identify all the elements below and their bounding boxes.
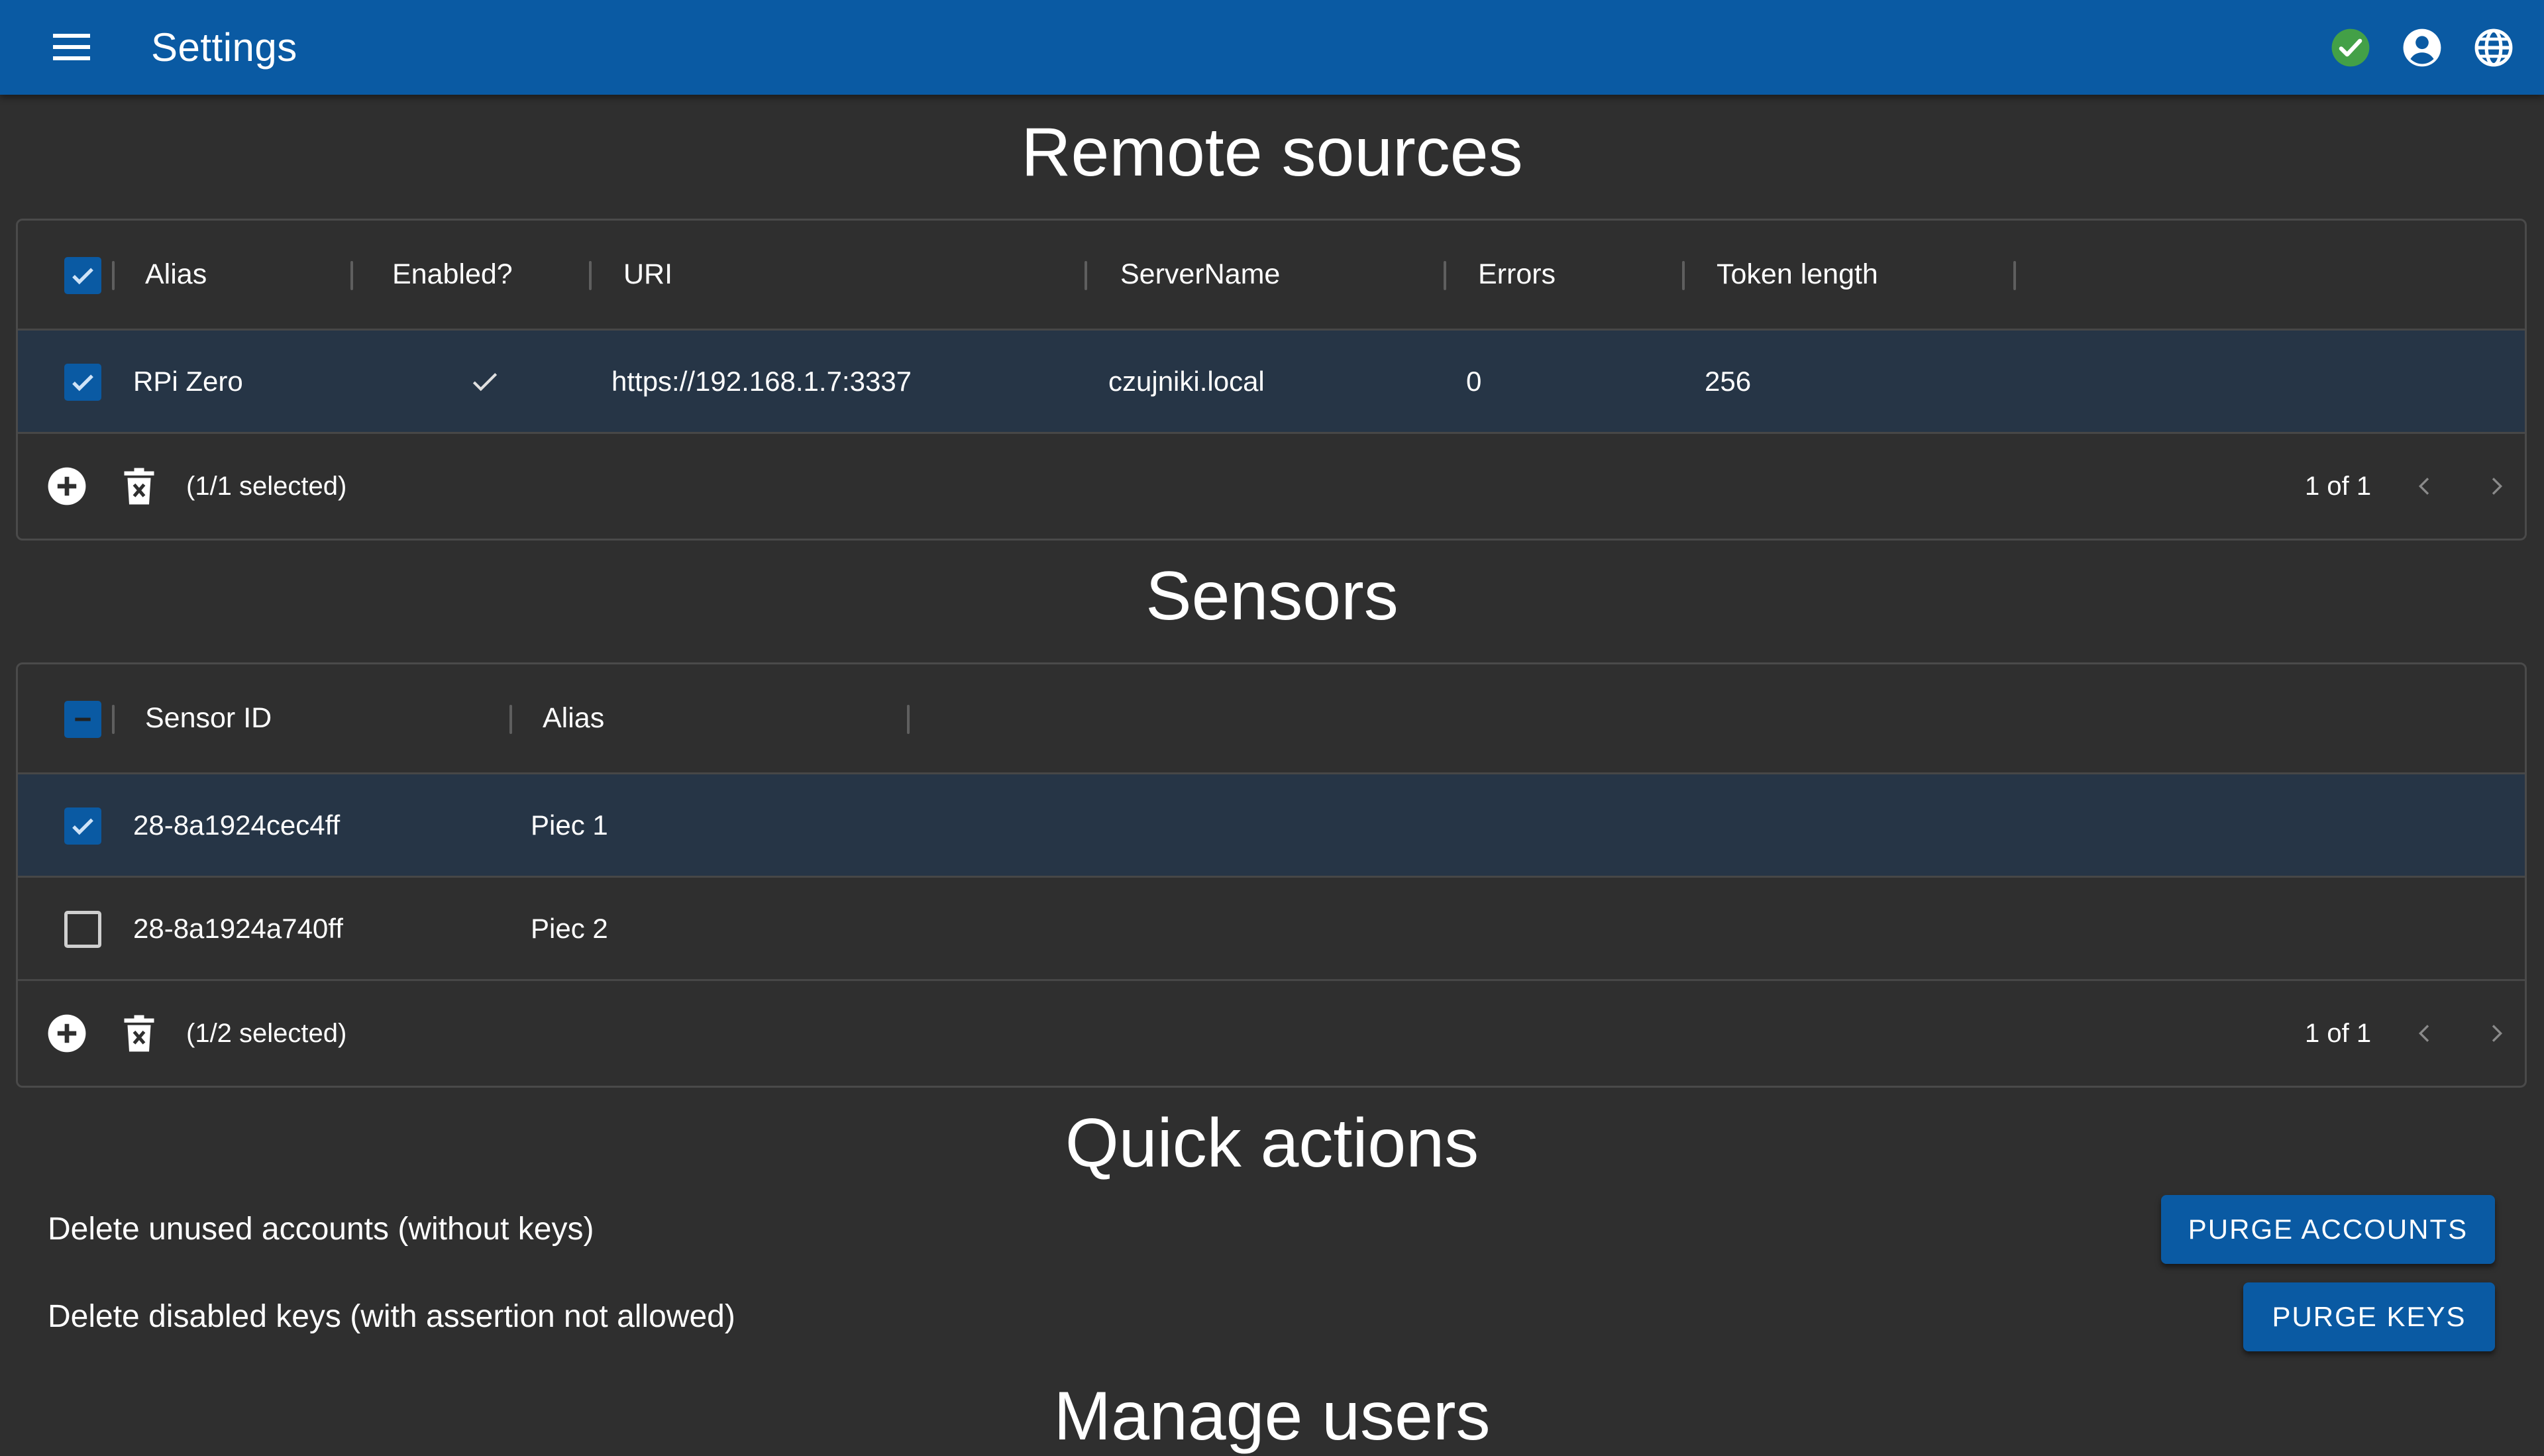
column-header-token-length[interactable]: Token length [1717, 221, 1878, 329]
minus-icon [75, 717, 91, 721]
column-header-sensor-id[interactable]: Sensor ID [145, 664, 272, 772]
grid-footer: (1/1 selected) 1 of 1 [18, 434, 2525, 539]
table-row[interactable]: 28-8a1924cec4ff Piec 1 [18, 774, 2525, 878]
column-separator [112, 705, 115, 734]
trash-icon [124, 1015, 154, 1052]
column-separator [1682, 261, 1685, 290]
cell-token-length: 256 [1705, 365, 1752, 397]
purge-keys-button[interactable]: PURGE KEYS [2243, 1282, 2495, 1351]
add-circle-icon [48, 1014, 86, 1053]
column-separator [350, 261, 353, 290]
column-separator [589, 261, 592, 290]
check-icon [472, 372, 498, 391]
grid-header: Alias Enabled? URI ServerName Errors Tok… [18, 221, 2525, 331]
column-header-errors[interactable]: Errors [1478, 221, 1556, 329]
check-circle-icon [2331, 28, 2370, 66]
menu-icon [53, 34, 90, 60]
column-separator [112, 261, 115, 290]
grid-footer: (1/2 selected) 1 of 1 [18, 981, 2525, 1086]
manage-users-title: Manage users [1053, 1378, 1491, 1455]
column-header-alias[interactable]: Alias [145, 221, 207, 329]
quick-actions-title: Quick actions [1065, 1105, 1479, 1182]
language-button[interactable] [2458, 0, 2529, 95]
delete-button[interactable] [116, 463, 162, 509]
chevron-left-icon [2418, 1025, 2429, 1042]
app-bar: Settings [0, 0, 2544, 95]
account-circle-icon [2403, 28, 2441, 66]
add-button[interactable] [44, 463, 90, 509]
column-header-uri[interactable]: URI [623, 221, 672, 329]
row-checkbox[interactable] [64, 364, 101, 401]
table-row[interactable]: 28-8a1924a740ff Piec 2 [18, 878, 2525, 981]
select-all-checkbox[interactable] [64, 257, 101, 294]
add-circle-icon [48, 467, 86, 505]
check-icon [72, 818, 93, 835]
cell-errors: 0 [1466, 365, 1482, 397]
check-icon [72, 268, 93, 285]
cell-alias: RPi Zero [133, 365, 243, 397]
remote-sources-grid: Alias Enabled? URI ServerName Errors Tok… [16, 219, 2527, 541]
column-separator [2013, 261, 2016, 290]
column-header-alias[interactable]: Alias [543, 664, 604, 772]
add-button[interactable] [44, 1010, 90, 1057]
check-icon [72, 374, 93, 391]
previous-page-button[interactable] [2402, 463, 2448, 509]
purge-accounts-description: Delete unused accounts (without keys) [48, 1212, 594, 1247]
chevron-left-icon [2418, 478, 2429, 495]
select-all-checkbox[interactable] [64, 701, 101, 738]
pagination-label: 1 of 1 [2305, 471, 2372, 501]
cell-enabled [468, 331, 502, 432]
status-button[interactable] [2315, 0, 2386, 95]
cell-sensor-id: 28-8a1924a740ff [133, 912, 343, 944]
purge-keys-description: Delete disabled keys (with assertion not… [48, 1299, 735, 1334]
cell-alias: Piec 2 [531, 912, 608, 944]
column-separator [907, 705, 910, 734]
row-checkbox[interactable] [64, 911, 101, 948]
table-row[interactable]: RPi Zero https://192.168.1.7:3337 czujni… [18, 331, 2525, 434]
column-separator [1444, 261, 1446, 290]
delete-button[interactable] [116, 1010, 162, 1057]
account-button[interactable] [2386, 0, 2458, 95]
menu-button[interactable] [46, 24, 97, 70]
chevron-right-icon [2492, 1025, 2503, 1042]
next-page-button[interactable] [2473, 463, 2519, 509]
previous-page-button[interactable] [2402, 1010, 2448, 1057]
chevron-right-icon [2492, 478, 2503, 495]
grid-header: Sensor ID Alias [18, 664, 2525, 774]
globe-icon [2474, 28, 2513, 66]
column-separator [509, 705, 512, 734]
next-page-button[interactable] [2473, 1010, 2519, 1057]
trash-icon [124, 468, 154, 505]
cell-alias: Piec 1 [531, 809, 608, 841]
selection-count: (1/2 selected) [186, 1018, 347, 1048]
cell-uri: https://192.168.1.7:3337 [611, 365, 912, 397]
pagination-label: 1 of 1 [2305, 1018, 2372, 1048]
column-separator [1085, 261, 1087, 290]
sensors-title: Sensors [1145, 558, 1399, 635]
sensors-grid: Sensor ID Alias 28-8a1924cec4ff Piec 1 2… [16, 662, 2527, 1088]
row-checkbox[interactable] [64, 807, 101, 845]
remote-sources-title: Remote sources [1021, 114, 1523, 191]
appbar-actions [2315, 0, 2544, 95]
column-header-enabled[interactable]: Enabled? [392, 221, 513, 329]
purge-accounts-button[interactable]: PURGE ACCOUNTS [2161, 1195, 2495, 1264]
page-title: Settings [151, 25, 297, 70]
column-header-servername[interactable]: ServerName [1120, 221, 1280, 329]
cell-servername: czujniki.local [1108, 365, 1265, 397]
selection-count: (1/1 selected) [186, 471, 347, 501]
cell-sensor-id: 28-8a1924cec4ff [133, 809, 341, 841]
